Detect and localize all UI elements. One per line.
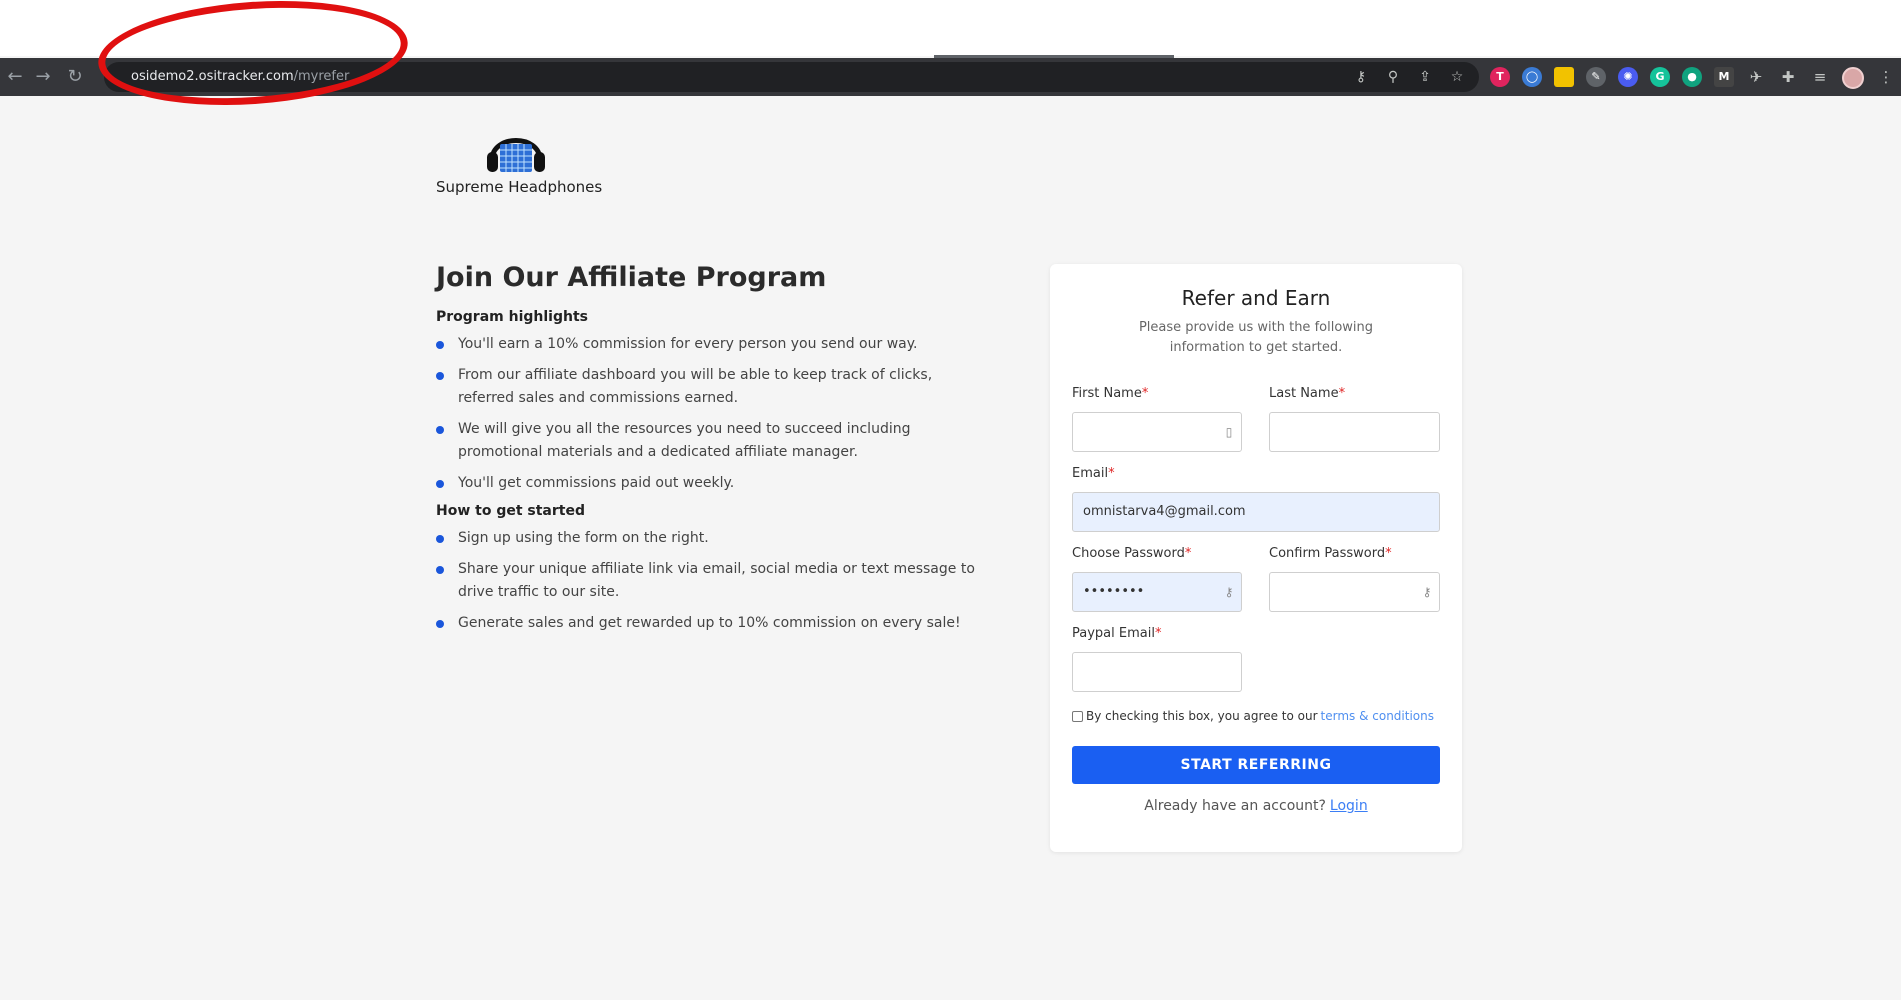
forward-icon[interactable]: → [30,64,56,90]
terms-link[interactable]: terms & conditions [1321,709,1434,723]
extension-icon[interactable]: ✈ [1746,67,1766,87]
last-name-label-text: Last Name [1269,386,1339,401]
password-value: •••••••• [1083,584,1145,599]
menu-icon[interactable]: ⋮ [1876,67,1896,87]
terms-checkbox[interactable] [1072,710,1083,722]
required-mark: * [1385,546,1392,561]
first-name-label: First Name* [1072,386,1148,401]
key-icon[interactable]: ⚷ [1223,585,1235,599]
extension-icon[interactable]: T [1490,67,1510,87]
extension-icon[interactable] [1554,67,1574,87]
started-heading: How to get started [436,503,585,519]
email-label-text: Email [1072,466,1109,481]
list-item: You'll get commissions paid out weekly. [436,472,976,495]
back-icon[interactable]: ← [2,64,28,90]
key-icon[interactable]: ⚷ [1421,585,1433,599]
program-info: Join Our Affiliate Program Program highl… [436,262,976,643]
headphones-icon [484,126,548,174]
highlights-list: You'll earn a 10% commission for every p… [436,333,976,495]
extension-icon[interactable]: M [1714,67,1734,87]
page-title: Join Our Affiliate Program [436,262,827,293]
signup-card: Refer and Earn Please provide us with th… [1050,264,1462,852]
brand-logo: Supreme Headphones [436,126,603,196]
login-prompt-text: Already have an account? [1144,798,1326,814]
list-item: Sign up using the form on the right. [436,527,976,550]
required-mark: * [1338,386,1346,401]
zoom-icon[interactable]: ⚲ [1383,67,1403,87]
required-mark: * [1141,386,1149,401]
terms-text: By checking this box, you agree to our [1086,709,1318,723]
required-mark: * [1108,466,1115,481]
login-prompt: Already have an account? Login [1050,798,1462,814]
start-referring-button[interactable]: START REFERRING [1072,746,1440,784]
email-field[interactable]: omnistarva4@gmail.com [1072,492,1440,532]
extensions-bar: T ◯ ✎ ✺ G ● M ✈ ✚ ≡ ⋮ [1490,67,1896,89]
extension-icon[interactable]: ✺ [1618,67,1638,87]
brand-name: Supreme Headphones [436,178,603,196]
list-item: We will give you all the resources you n… [436,418,976,464]
star-icon[interactable]: ☆ [1447,67,1467,87]
last-name-field[interactable] [1269,412,1440,452]
extension-icon[interactable]: ● [1682,67,1702,87]
list-item: From our affiliate dashboard you will be… [436,364,976,410]
required-mark: * [1154,626,1162,641]
confirm-password-label: Confirm Password* [1269,546,1392,561]
share-icon[interactable]: ⇪ [1415,67,1435,87]
password-label-text: Choose Password [1072,546,1185,561]
confirm-password-label-text: Confirm Password [1269,546,1386,561]
avatar[interactable] [1842,67,1864,89]
password-field[interactable]: •••••••• ⚷ [1072,572,1242,612]
list-item: You'll earn a 10% commission for every p… [436,333,976,356]
last-name-label: Last Name* [1269,386,1345,401]
media-icon[interactable]: ≡ [1810,67,1830,87]
highlights-heading: Program highlights [436,309,588,325]
extension-icon[interactable]: ◯ [1522,67,1542,87]
grammarly-icon[interactable]: G [1650,67,1670,87]
confirm-password-field[interactable]: ⚷ [1269,572,1440,612]
extension-icon[interactable]: ✎ [1586,67,1606,87]
autofill-icon[interactable]: ▯ [1223,425,1235,439]
terms-row: By checking this box, you agree to our t… [1072,709,1434,723]
password-label: Choose Password* [1072,546,1191,561]
login-link[interactable]: Login [1330,798,1368,814]
paypal-email-field[interactable] [1072,652,1242,692]
puzzle-icon[interactable]: ✚ [1778,67,1798,87]
list-item: Generate sales and get rewarded up to 10… [436,612,976,635]
steps-list: Sign up using the form on the right. Sha… [436,527,976,635]
first-name-label-text: First Name [1072,386,1142,401]
reload-icon[interactable]: ↻ [62,64,88,90]
form-subtitle: Please provide us with the following inf… [1138,320,1374,355]
email-label: Email* [1072,466,1115,481]
paypal-email-label-text: Paypal Email [1072,626,1155,641]
paypal-email-label: Paypal Email* [1072,626,1161,641]
list-item: Share your unique affiliate link via ema… [436,558,976,604]
form-title: Refer and Earn [1181,286,1331,310]
required-mark: * [1184,546,1192,561]
email-value: omnistarva4@gmail.com [1083,504,1246,519]
key-icon[interactable]: ⚷ [1351,67,1371,87]
first-name-field[interactable]: ▯ [1072,412,1242,452]
